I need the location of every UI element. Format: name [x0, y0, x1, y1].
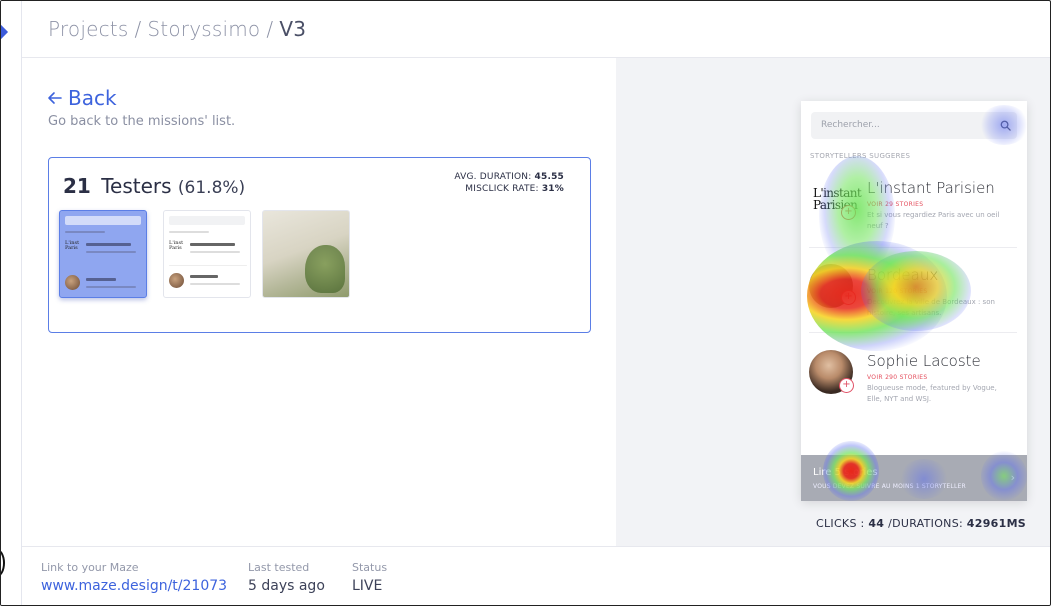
bottom-subtitle: VOUS DEVEZ SUIVRE AU MOINS 1 STORYTELLER [813, 483, 966, 490]
status-value: LIVE [352, 578, 383, 594]
heatmap-stats: CLICKS : 44 /DURATIONS: 42961MS [816, 517, 1026, 530]
last-tested-group: Last tested 5 days ago [248, 561, 325, 594]
footer-bar: Link to your Maze www.maze.design/t/2107… [22, 546, 1050, 605]
storyteller-name: Bordeaux [867, 266, 939, 284]
avg-duration-value: 45.55 [534, 172, 564, 182]
phone-bottom-bar[interactable]: Lire 5 stories VOUS DEVEZ SUIVRE AU MOIN… [801, 455, 1027, 501]
add-storyteller-icon[interactable]: + [841, 205, 856, 220]
phone-divider [809, 332, 1017, 333]
mini-title-line [190, 243, 235, 246]
mini-avatar [65, 275, 80, 290]
clicks-value: 44 [868, 517, 885, 530]
back-button[interactable]: Back [47, 86, 117, 110]
testers-percent: (61.8%) [177, 178, 246, 198]
phone-search-input[interactable]: Rechercher... [811, 112, 1017, 139]
mini-text-line [86, 286, 136, 288]
add-storyteller-icon[interactable]: + [839, 378, 854, 393]
phone-divider [809, 247, 1017, 248]
storyteller-stories-link[interactable]: VOIR 120 STORIES [867, 288, 927, 295]
misclick-label: MISCLICK RATE: [465, 184, 539, 194]
misclick-value: 31% [541, 184, 564, 194]
top-bar: Projects / Storyssimo / V3 [22, 1, 1050, 58]
mini-divider [169, 231, 209, 233]
bottom-title: Lire 5 stories [813, 467, 878, 478]
storyteller-item[interactable]: + Bordeaux VOIR 120 STORIES Decouvrez la… [801, 264, 1027, 336]
storyteller-stories-link[interactable]: VOIR 29 STORIES [867, 201, 923, 208]
breadcrumb-separator: / [134, 17, 142, 41]
breadcrumb-project[interactable]: Storyssimo [147, 17, 260, 41]
mini-divider [65, 231, 105, 233]
storyteller-name: L'instant Parisien [867, 179, 995, 197]
mini-logo-icon: L'inst Paris [169, 240, 184, 251]
mission-panel: Back Go back to the missions' list. 21 T… [22, 58, 616, 546]
last-tested-label: Last tested [248, 561, 310, 574]
testers-label: Testers [101, 174, 172, 198]
mini-divider [169, 265, 247, 266]
storyteller-item[interactable]: + Sophie Lacoste VOIR 290 STORIES Blogue… [801, 350, 1027, 422]
mini-logo-icon: L'inst Paris [65, 240, 80, 251]
mini-title-line [86, 278, 116, 281]
chevron-right-icon[interactable]: › [1011, 471, 1015, 484]
maze-link[interactable]: www.maze.design/t/21073 [41, 578, 227, 594]
breadcrumb-version: V3 [279, 17, 307, 41]
breadcrumb-projects[interactable]: Projects [48, 17, 128, 41]
app-window: Projects / Storyssimo / V3 Back Go back to t… [0, 0, 1051, 606]
mini-text-line [190, 251, 240, 253]
storyteller-desc: Blogueuse mode, featured by Vogue, Elle,… [867, 384, 997, 403]
mini-text-line [190, 283, 240, 285]
misclick-rate: MISCLICK RATE: 31% [454, 183, 564, 195]
maze-link-group: Link to your Maze www.maze.design/t/2107… [41, 561, 227, 594]
storyteller-desc: Et si vous regardiez Paris avec un oeil … [867, 211, 1000, 230]
status-group: Status LIVE [352, 561, 387, 594]
storyteller-item[interactable]: L'instant Parisien + L'instant Parisien V… [801, 179, 1027, 249]
mini-title-line [86, 243, 131, 246]
avg-duration: AVG. DURATION: 45.55 [454, 171, 564, 183]
phone-section-title: STORYTELLERS SUGGERES [810, 152, 911, 160]
testers-stats: AVG. DURATION: 45.55 MISCLICK RATE: 31% [454, 171, 564, 195]
mini-search-bar [65, 216, 141, 225]
status-label: Status [352, 561, 388, 574]
last-tested-value: 5 days ago [248, 578, 325, 594]
storyteller-name: Sophie Lacoste [867, 352, 981, 370]
durations-label: /DURATIONS: [888, 517, 963, 530]
rail-arc-icon [1, 549, 5, 577]
durations-value: 42961MS [966, 517, 1027, 530]
testers-number: 21 [63, 174, 91, 198]
mini-title-line [190, 275, 218, 278]
mini-avatar [169, 273, 184, 288]
breadcrumb: Projects / Storyssimo / V3 [48, 17, 306, 41]
back-subtitle: Go back to the missions' list. [48, 114, 236, 129]
mini-text-line [86, 251, 136, 253]
maze-link-label: Link to your Maze [41, 561, 139, 574]
screen-thumbnail-2[interactable]: L'inst Paris [163, 210, 251, 298]
storyteller-stories-link[interactable]: VOIR 290 STORIES [867, 374, 927, 381]
testers-card[interactable]: 21 Testers (61.8%) AVG. DURATION: 45.55 … [48, 157, 591, 333]
phone-screen: Rechercher... STORYTELLERS SUGGERES L'in… [801, 101, 1027, 501]
storyteller-desc: Decouvrez la ville de Bordeaux : son his… [867, 298, 995, 317]
testers-count: 21 Testers (61.8%) [63, 174, 245, 198]
clicks-label: CLICKS : [816, 517, 865, 530]
mini-search-bar [169, 216, 245, 225]
avg-duration-label: AVG. DURATION: [454, 172, 532, 182]
back-label: Back [68, 86, 117, 110]
mini-tree-image [305, 245, 345, 293]
add-storyteller-icon[interactable]: + [841, 290, 856, 305]
left-rail [1, 1, 22, 605]
heatmap-panel: Rechercher... STORYTELLERS SUGGERES L'in… [616, 58, 1050, 546]
rail-marker-icon [1, 24, 9, 40]
arrow-left-icon [48, 92, 62, 104]
screen-thumbnail-1[interactable]: L'inst Paris [59, 210, 147, 298]
search-icon[interactable] [1000, 120, 1011, 131]
screen-thumbnail-3[interactable] [262, 210, 350, 298]
breadcrumb-separator: / [266, 17, 274, 41]
